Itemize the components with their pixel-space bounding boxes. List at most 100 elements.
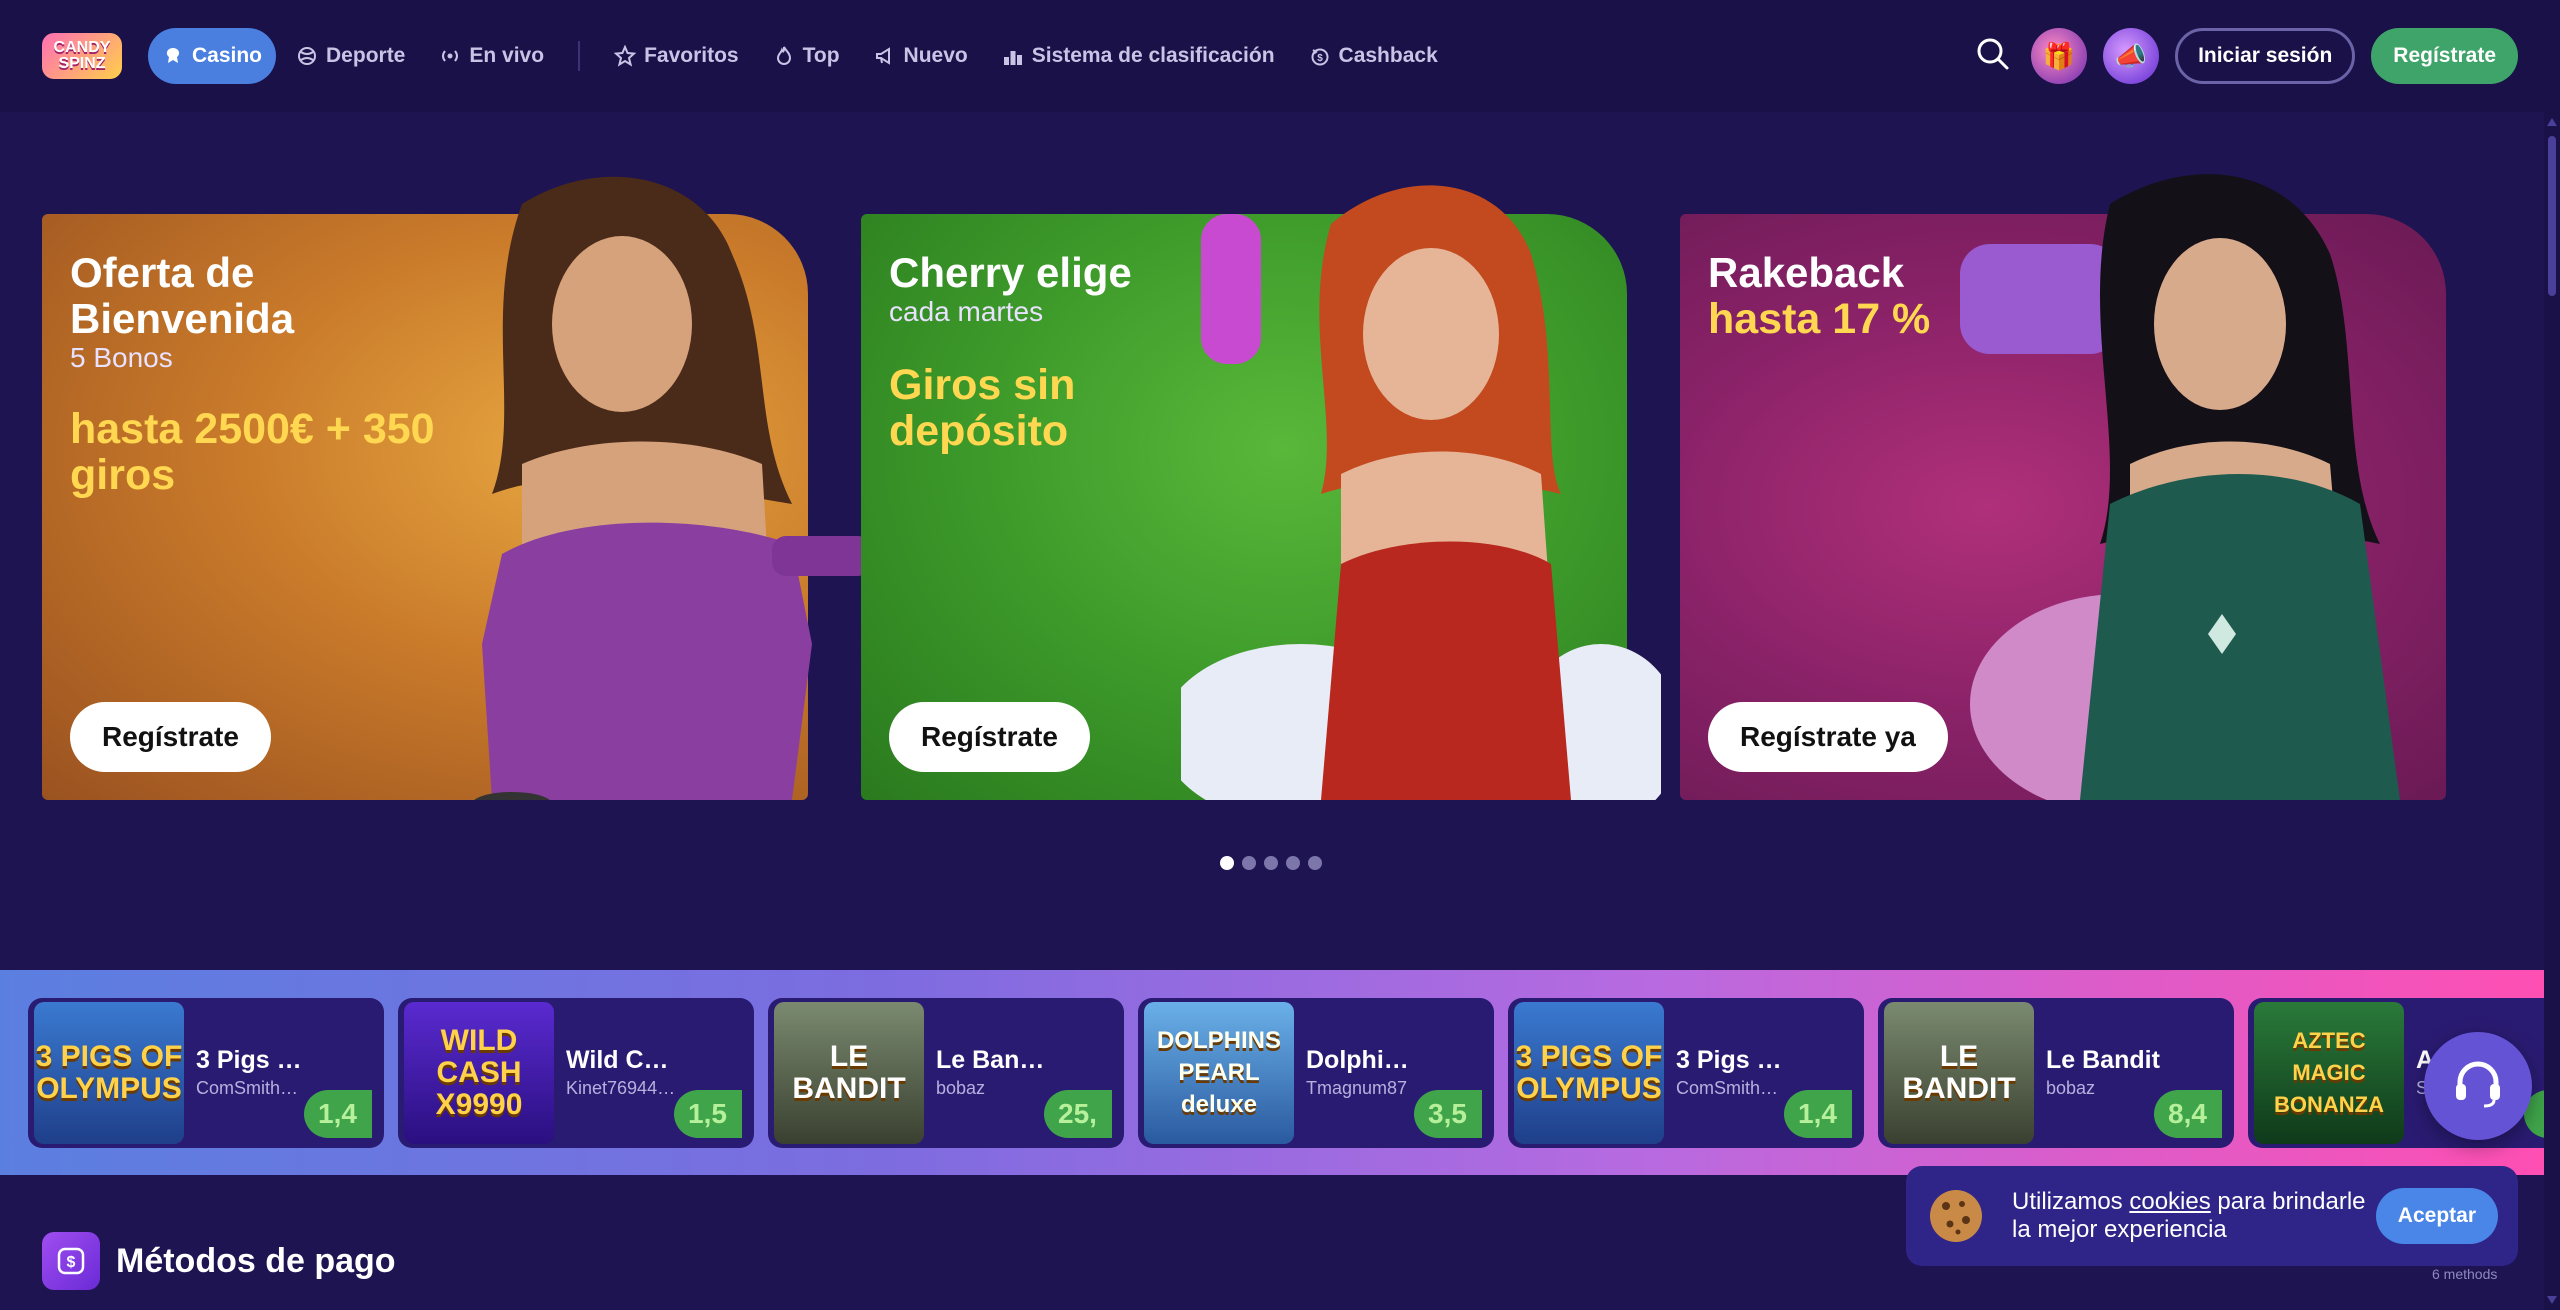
carousel-dot[interactable] <box>1220 856 1234 870</box>
carousel-dot[interactable] <box>1264 856 1278 870</box>
banner-register-button[interactable]: Regístrate ya <box>1708 702 1948 772</box>
payment-methods-title: Métodos de pago <box>116 1241 396 1280</box>
nav-sistema-clasificacion[interactable]: Sistema de clasificación <box>988 28 1289 84</box>
cookie-icon <box>1926 1186 1986 1246</box>
game-name: Wild C… <box>566 1046 669 1074</box>
game-thumbnail: 3 PIGS OF OLYMPUS <box>1514 1002 1664 1144</box>
game-name: Dolphi… <box>1306 1046 1409 1074</box>
win-amount: 3,5 <box>1414 1090 1482 1138</box>
cookie-message: Utilizamos cookies para brindarle la mej… <box>2012 1188 2368 1244</box>
game-name: Le Ban… <box>936 1046 1045 1074</box>
nav-top[interactable]: Top <box>759 28 854 84</box>
banner-title-text: Cherry elige <box>889 249 1132 296</box>
nav-label: Sistema de clasificación <box>1031 44 1275 67</box>
gift-promo-icon[interactable]: 🎁 <box>2031 28 2088 84</box>
nav-casino[interactable]: Casino <box>148 28 277 84</box>
win-amount: 1,4 <box>304 1090 372 1138</box>
banner-register-button[interactable]: Regístrate <box>70 702 271 772</box>
carousel-dot[interactable] <box>1242 856 1256 870</box>
top-header: CANDY SPINZ Casino Deporte En vivo Favor… <box>0 0 2560 112</box>
headset-icon <box>2450 1056 2506 1117</box>
fire-icon <box>773 45 795 67</box>
accept-cookies-button[interactable]: Aceptar <box>2375 1188 2498 1244</box>
nav-label: Top <box>802 44 840 67</box>
game-thumbnail: LE BANDIT <box>774 1002 924 1144</box>
winner-username: bobaz <box>2046 1078 2096 1098</box>
scroll-thumb[interactable] <box>2548 136 2556 296</box>
win-amount: 1,5 <box>674 1090 742 1138</box>
cashback-icon: $ <box>1309 45 1331 67</box>
carousel-dots <box>1220 856 1322 870</box>
banner-offer: Giros sin depósito <box>889 361 1076 455</box>
winner-card[interactable]: LE BANDIT Le Ban… bobaz 25, <box>768 998 1124 1148</box>
game-thumbnail: LE BANDIT <box>1884 1002 2034 1144</box>
winner-username: ComSmith… <box>196 1078 299 1098</box>
svg-text:$: $ <box>67 1254 76 1271</box>
nav-cashback[interactable]: $ Cashback <box>1295 28 1452 84</box>
support-chat-button[interactable] <box>2424 1032 2532 1140</box>
cookie-consent-banner: Utilizamos cookies para brindarle la mej… <box>1906 1166 2518 1266</box>
banner-subtitle: 5 Bonos <box>70 342 173 373</box>
nav-nuevo[interactable]: Nuevo <box>860 28 982 84</box>
banner-offer: hasta 2500€ + 350 giros <box>70 405 435 499</box>
nav-label: Deporte <box>326 44 406 67</box>
svg-text:$: $ <box>1317 53 1323 64</box>
banner-register-button[interactable]: Regístrate <box>889 702 1090 772</box>
candy-icon <box>162 45 184 67</box>
nav-en-vivo[interactable]: En vivo <box>425 28 558 84</box>
ranking-icon <box>1002 45 1024 67</box>
banner-offer: hasta 17 % <box>1708 295 1931 343</box>
scroll-up-arrow[interactable] <box>2547 118 2557 126</box>
search-button[interactable] <box>1971 34 2015 78</box>
nav-deporte[interactable]: Deporte <box>282 28 419 84</box>
nav-divider <box>578 41 581 71</box>
methods-count: 6 methods <box>2432 1266 2498 1282</box>
login-button[interactable]: Iniciar sesión <box>2175 28 2356 84</box>
nav-label: Favoritos <box>644 44 739 67</box>
winner-card[interactable]: 3 PIGS OF OLYMPUS 3 Pigs … ComSmith… 1,4 <box>28 998 384 1148</box>
page-scrollbar[interactable] <box>2544 112 2560 1310</box>
game-thumbnail: AZTEC MAGIC BONANZA <box>2254 1002 2404 1144</box>
game-name: 3 Pigs … <box>196 1046 302 1074</box>
scroll-down-arrow[interactable] <box>2547 1296 2557 1304</box>
megaphone-icon <box>874 45 896 67</box>
winner-username: Tmagnum87 <box>1306 1078 1408 1098</box>
winner-username: bobaz <box>936 1078 986 1098</box>
game-name: 3 Pigs … <box>1676 1046 1782 1074</box>
carousel-dot[interactable] <box>1286 856 1300 870</box>
banner-title-text: Oferta de Bienvenida <box>70 249 295 342</box>
winner-card[interactable]: WILD CASH X9990 Wild C… Kinet76944… 1,5 <box>398 998 754 1148</box>
nav-label: Nuevo <box>903 44 968 67</box>
win-amount: 1,4 <box>1784 1090 1852 1138</box>
announcement-promo-icon[interactable]: 📣 <box>2103 28 2160 84</box>
search-icon <box>1976 37 2010 76</box>
banner-cherry-elige[interactable]: Cherry elige cada martes Giros sin depós… <box>861 185 1661 800</box>
header-actions: 🎁 📣 Iniciar sesión Regístrate <box>1971 28 2518 84</box>
game-thumbnail: DOLPHINS PEARL deluxe <box>1144 1002 1294 1144</box>
banner-welcome-offer[interactable]: Oferta de Bienvenida 5 Bonos hasta 2500€… <box>42 176 872 800</box>
winner-card[interactable]: DOLPHINS PEARL deluxe Dolphi… Tmagnum87 … <box>1138 998 1494 1148</box>
banner-title-text: Rakeback <box>1708 249 1905 296</box>
banner-subtitle: cada martes <box>889 296 1044 327</box>
winner-card[interactable]: 3 PIGS OF OLYMPUS 3 Pigs … ComSmith… 1,4 <box>1508 998 1864 1148</box>
banner-title: Oferta de Bienvenida 5 Bonos <box>70 250 450 374</box>
register-button[interactable]: Regístrate <box>2371 28 2518 84</box>
nav-label: Cashback <box>1338 44 1438 67</box>
cookies-link[interactable]: cookies <box>2129 1188 2210 1215</box>
nav-favoritos[interactable]: Favoritos <box>600 28 753 84</box>
main-nav: Casino Deporte En vivo Favoritos Top Nue… <box>148 28 1452 84</box>
nav-label: Casino <box>192 44 263 67</box>
banner-rakeback[interactable]: Rakeback hasta 17 % Regístrate ya <box>1680 174 2446 800</box>
nav-label: En vivo <box>469 44 545 67</box>
candy-spinz-logo[interactable]: CANDY SPINZ <box>42 33 122 79</box>
banner-title: Rakeback <box>1708 250 2088 296</box>
game-thumbnail: WILD CASH X9990 <box>404 1002 554 1144</box>
recent-winners-strip: 3 PIGS OF OLYMPUS 3 Pigs … ComSmith… 1,4… <box>0 970 2544 1175</box>
carousel-dot[interactable] <box>1308 856 1322 870</box>
winner-username: ComSmith… <box>1676 1078 1779 1098</box>
star-icon <box>614 45 637 67</box>
cookie-text-start: Utilizamos <box>2012 1188 2130 1215</box>
winner-card[interactable]: LE BANDIT Le Bandit bobaz 8,4 <box>1878 998 2234 1148</box>
game-thumbnail: 3 PIGS OF OLYMPUS <box>34 1002 184 1144</box>
ball-icon <box>296 45 318 67</box>
